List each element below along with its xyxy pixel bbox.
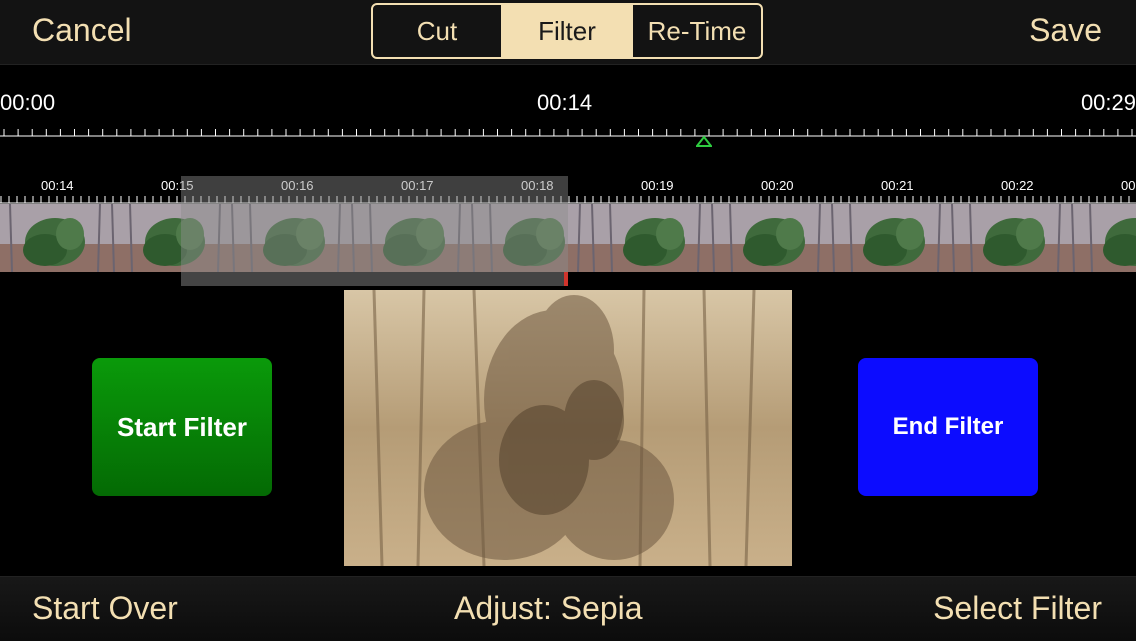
selection-end-marker[interactable] [564,272,568,286]
adjust-filter-label: Adjust: Sepia [454,590,643,626]
filter-selection-range[interactable] [181,176,568,272]
filmstrip-time: 00: [1121,178,1136,193]
filmstrip-time: 00:14 [41,178,74,193]
tab-re-time[interactable]: Re-Time [631,5,761,57]
filmstrip-frame [0,203,120,272]
start-filter-button[interactable]: Start Filter [92,358,272,496]
timeline-start-time: 00:00 [0,90,56,115]
filmstrip-frame [960,203,1080,272]
video-preview [344,290,792,566]
selection-bar[interactable] [181,272,568,286]
tab-filter[interactable]: Filter [501,5,631,57]
filmstrip-time: 00:20 [761,178,794,193]
save-button[interactable]: Save [1029,10,1102,50]
select-filter-button[interactable]: Select Filter [933,588,1102,628]
mode-segmented-control: Cut Filter Re-Time [371,3,763,59]
filmstrip-time: 00:19 [641,178,674,193]
filmstrip-time: 00:21 [881,178,914,193]
filmstrip-frame [1080,203,1136,272]
end-filter-button[interactable]: End Filter [858,358,1038,496]
timeline-end-time: 00:29 [1080,90,1136,115]
cancel-button[interactable]: Cancel [32,10,132,50]
start-over-button[interactable]: Start Over [32,588,178,628]
video-filmstrip[interactable] [0,196,1136,272]
filmstrip-frame [840,203,960,272]
timeline-mid-time: 00:14 [537,90,593,115]
filmstrip-time: 00:22 [1001,178,1034,193]
filmstrip-frame [600,203,720,272]
overview-ruler[interactable] [0,127,1136,137]
filmstrip-frame [720,203,840,272]
tab-cut[interactable]: Cut [373,5,501,57]
playhead-marker-icon[interactable] [696,136,712,148]
